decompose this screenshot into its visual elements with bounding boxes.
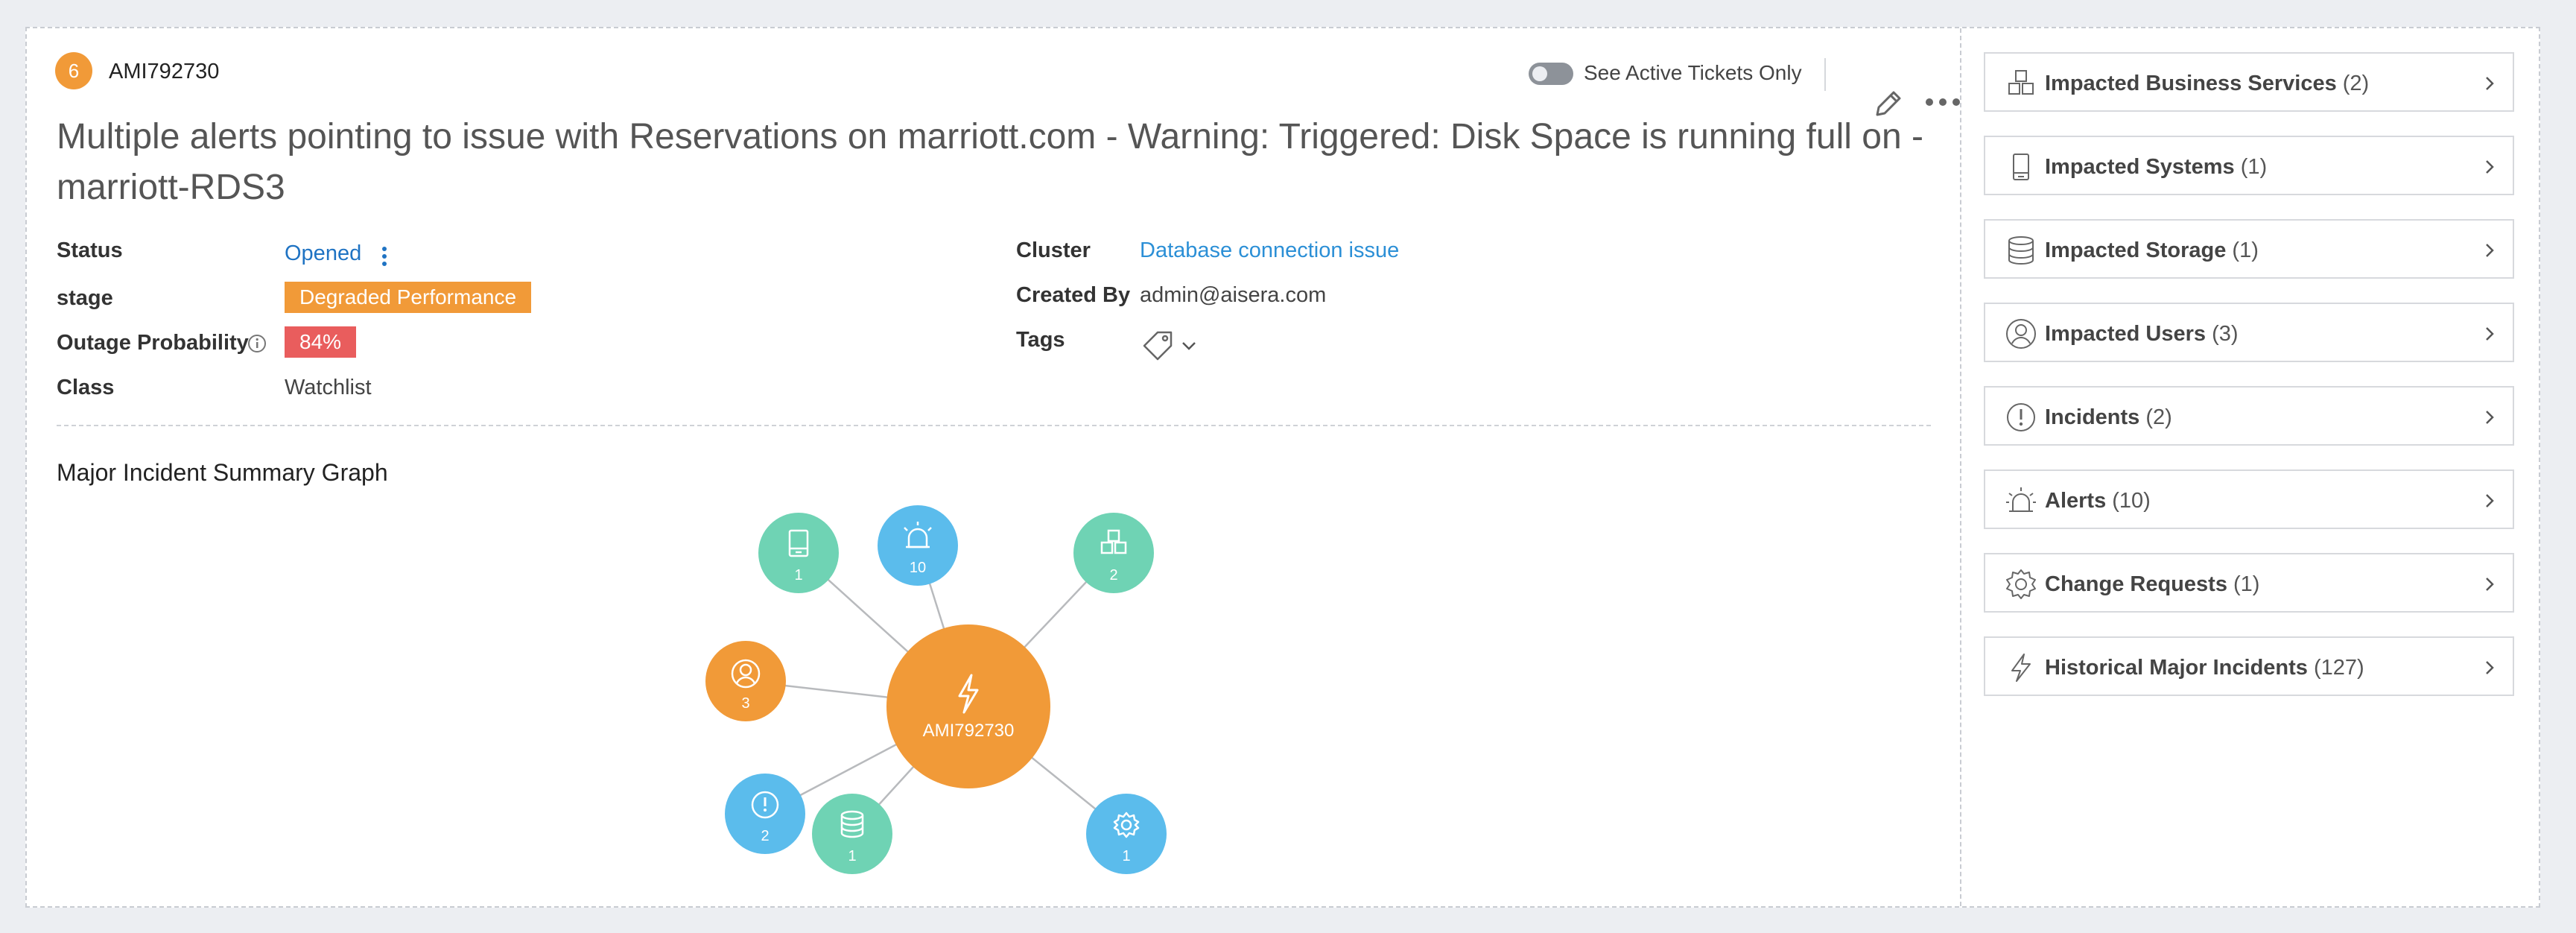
sidebar-count: (1)	[2233, 572, 2260, 596]
chevron-right-icon	[2486, 244, 2494, 257]
database-icon	[2008, 236, 2034, 265]
sidebar-label: Impacted Business Services	[2045, 72, 2337, 95]
sidebar-label: Impacted Users	[2045, 322, 2206, 346]
graph-node-change-requests[interactable]: 1	[1086, 794, 1167, 874]
chevron-right-icon	[2486, 661, 2494, 674]
sidebar-item-impacted-systems[interactable]: Impacted Systems (1)	[1984, 136, 2514, 195]
sidebar-label: Historical Major Incidents	[2045, 656, 2308, 680]
sidebar-label: Alerts	[2045, 489, 2107, 513]
sidebar-label: Impacted Storage	[2045, 238, 2227, 262]
impact-sidebar: Impacted Business Services (2) Impacted …	[1963, 28, 2539, 906]
graph-node-users[interactable]: 3	[705, 641, 786, 721]
graph-node-incidents[interactable]: 2	[725, 774, 805, 854]
node-count-incidents: 2	[761, 828, 769, 844]
sidebar-item-change-requests[interactable]: Change Requests (1)	[1984, 553, 2514, 613]
sidebar-item-historical-major-incidents[interactable]: Historical Major Incidents (127)	[1984, 636, 2514, 696]
node-count-users: 3	[741, 695, 749, 712]
gear-icon	[2006, 569, 2036, 599]
node-count-systems: 1	[794, 567, 802, 583]
node-count-change-requests: 1	[1122, 848, 1130, 864]
chevron-right-icon	[2486, 494, 2494, 507]
sidebar-count: (2)	[2145, 405, 2172, 429]
graph-node-business-services[interactable]: 2	[1073, 513, 1154, 593]
user-icon	[2006, 319, 2036, 349]
center-node[interactable]: AMI792730	[886, 624, 1050, 788]
sidebar-item-incidents[interactable]: Incidents (2)	[1984, 386, 2514, 446]
cubes-icon	[2008, 70, 2034, 95]
chevron-right-icon	[2486, 578, 2494, 591]
sidebar-count: (127)	[2313, 656, 2364, 680]
node-count-alerts: 10	[910, 560, 926, 576]
incident-card: 6 AMI792730 See Active Tickets Only Mult…	[25, 27, 2540, 908]
exclamation-icon	[2007, 403, 2035, 431]
system-icon	[2013, 154, 2029, 180]
sidebar-label: Incidents	[2045, 405, 2140, 429]
sidebar-count: (2)	[2342, 72, 2370, 95]
alarm-icon	[2006, 487, 2036, 512]
sidebar-item-impacted-business-services[interactable]: Impacted Business Services (2)	[1984, 52, 2514, 112]
sidebar-count: (10)	[2112, 489, 2151, 513]
sidebar-count: (1)	[2232, 238, 2259, 262]
chevron-right-icon	[2486, 77, 2494, 90]
graph-node-systems[interactable]: 1	[758, 513, 839, 593]
lightning-icon	[2011, 654, 2031, 682]
chevron-right-icon	[2486, 160, 2494, 174]
sidebar-label: Impacted Systems	[2045, 155, 2235, 179]
sidebar-item-alerts[interactable]: Alerts (10)	[1984, 469, 2514, 529]
incident-summary-graph: AMI792730 1 10 2 3 2 1 1	[705, 505, 1167, 874]
sidebar-label: Change Requests	[2045, 572, 2227, 596]
center-node-label: AMI792730	[923, 721, 1015, 741]
chevron-right-icon	[2486, 411, 2494, 424]
sidebar-count: (1)	[2240, 155, 2268, 179]
chevron-right-icon	[2486, 327, 2494, 341]
sidebar-item-impacted-storage[interactable]: Impacted Storage (1)	[1984, 219, 2514, 279]
graph-node-alerts[interactable]: 10	[878, 505, 958, 586]
sidebar-count: (3)	[2212, 322, 2239, 346]
node-count-business-services: 2	[1109, 567, 1117, 583]
graph-node-storage[interactable]: 1	[812, 794, 892, 874]
node-count-storage: 1	[848, 848, 856, 864]
incident-main-panel: 6 AMI792730 See Active Tickets Only Mult…	[27, 28, 1961, 906]
sidebar-item-impacted-users[interactable]: Impacted Users (3)	[1984, 303, 2514, 362]
